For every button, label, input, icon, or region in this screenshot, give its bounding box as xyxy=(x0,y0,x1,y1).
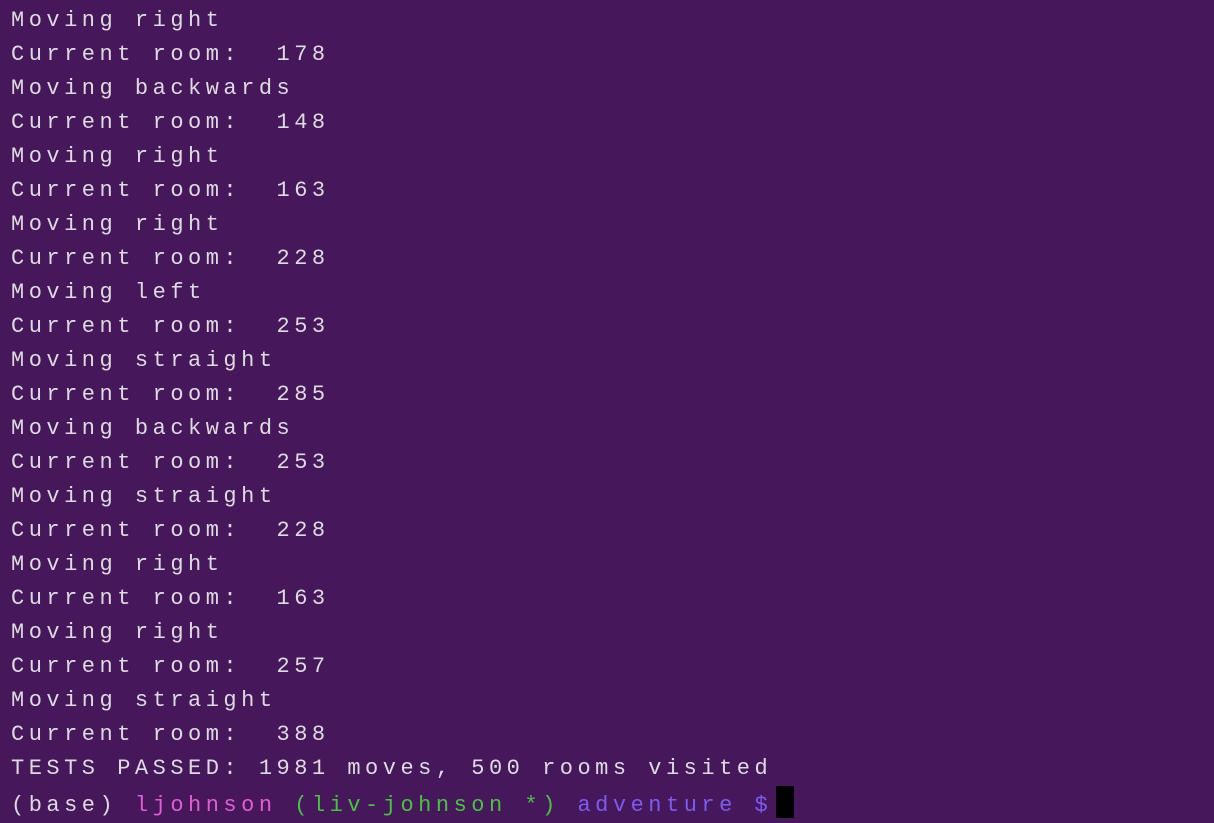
terminal-line: Current room: 228 xyxy=(11,246,330,271)
terminal-line: TESTS PASSED: 1981 moves, 500 rooms visi… xyxy=(11,756,773,781)
terminal-line: Current room: 253 xyxy=(11,450,330,475)
terminal-output[interactable]: Moving right Current room: 178 Moving back… xyxy=(11,4,795,820)
terminal-line: Moving right xyxy=(11,144,224,169)
terminal-line: Moving backwards xyxy=(11,76,295,101)
terminal-line: Moving straight xyxy=(11,348,277,373)
terminal-line: Moving left xyxy=(11,280,206,305)
prompt-branch: (liv-johnson *) xyxy=(294,793,578,818)
terminal-line: Moving backwards xyxy=(11,416,295,441)
terminal-line: Current room: 285 xyxy=(11,382,330,407)
terminal-line: Moving right xyxy=(11,212,224,237)
prompt-env: (base) xyxy=(11,793,135,818)
terminal-line: Moving straight xyxy=(11,688,277,713)
prompt-line[interactable]: (base) ljohnson (liv-johnson *) adventur… xyxy=(11,786,795,820)
terminal-line: Current room: 178 xyxy=(11,42,330,67)
terminal-line: Moving right xyxy=(11,620,224,645)
cursor xyxy=(776,786,795,818)
prompt-user: ljohnson xyxy=(134,793,295,818)
terminal-line: Moving right xyxy=(11,8,224,33)
terminal-line: Current room: 163 xyxy=(11,586,330,611)
terminal-line: Moving right xyxy=(11,552,224,577)
terminal-line: Current room: 228 xyxy=(11,518,330,543)
terminal-line: Current room: 148 xyxy=(11,110,330,135)
terminal-line: Moving straight xyxy=(11,484,277,509)
terminal-line: Current room: 257 xyxy=(11,654,330,679)
terminal-line: Current room: 163 xyxy=(11,178,330,203)
terminal-line: Current room: 388 xyxy=(11,722,330,747)
prompt-dir: adventure $ xyxy=(577,793,773,818)
terminal-line: Current room: 253 xyxy=(11,314,330,339)
